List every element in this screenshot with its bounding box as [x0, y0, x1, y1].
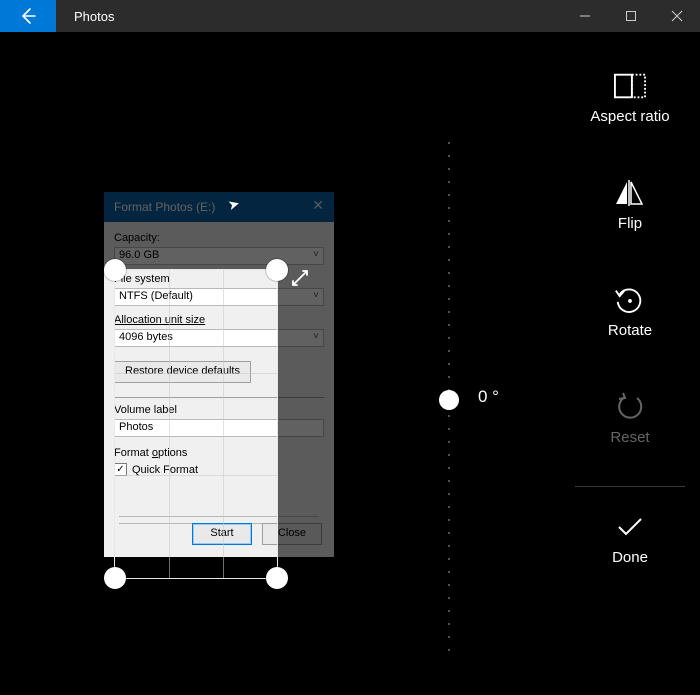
close-icon: [671, 10, 683, 22]
rotate-icon: [614, 284, 646, 316]
edit-tools-panel: Aspect ratio Flip Rotate: [560, 32, 700, 695]
crop-mask-right: [278, 269, 334, 557]
crop-handle-nw[interactable]: [104, 259, 126, 281]
photos-crop-window: Photos Format Photos (E:) ✕ Capacity: 96…: [0, 0, 700, 695]
aspect-ratio-icon: [614, 70, 646, 102]
app-title: Photos: [74, 9, 114, 24]
crop-rectangle[interactable]: [114, 269, 278, 579]
reset-button[interactable]: Reset: [610, 391, 649, 446]
minimize-icon: [579, 10, 591, 22]
titlebar: Photos: [0, 0, 700, 32]
crop-handle-sw[interactable]: [104, 567, 126, 589]
check-icon: [614, 511, 646, 543]
back-arrow-icon: [18, 6, 38, 26]
straighten-slider-handle[interactable]: [439, 390, 459, 410]
crop-canvas: Format Photos (E:) ✕ Capacity: 96.0 GB F…: [0, 32, 560, 695]
window-controls: [562, 0, 700, 32]
rotate-label: Rotate: [608, 322, 652, 339]
crop-grid-line: [169, 270, 170, 578]
rotate-button[interactable]: Rotate: [608, 284, 652, 339]
done-button[interactable]: Done: [575, 486, 685, 566]
reset-label: Reset: [610, 429, 649, 446]
crop-handle-ne[interactable]: [266, 259, 288, 281]
maximize-icon: [625, 10, 637, 22]
done-label: Done: [612, 549, 648, 566]
crop-grid-line: [223, 270, 224, 578]
straighten-value-label: 0 °: [478, 387, 499, 407]
crop-grid-line: [115, 475, 277, 476]
back-button[interactable]: [0, 0, 56, 32]
close-button[interactable]: [654, 0, 700, 32]
aspect-ratio-button[interactable]: Aspect ratio: [590, 70, 669, 125]
maximize-button[interactable]: [608, 0, 654, 32]
reset-icon: [614, 391, 646, 423]
flip-button[interactable]: Flip: [614, 177, 646, 232]
flip-label: Flip: [618, 215, 642, 232]
aspect-ratio-label: Aspect ratio: [590, 108, 669, 125]
crop-grid-line: [115, 373, 277, 374]
minimize-button[interactable]: [562, 0, 608, 32]
crop-handle-se[interactable]: [266, 567, 288, 589]
flip-icon: [614, 177, 646, 209]
crop-mask-top: [104, 192, 334, 269]
